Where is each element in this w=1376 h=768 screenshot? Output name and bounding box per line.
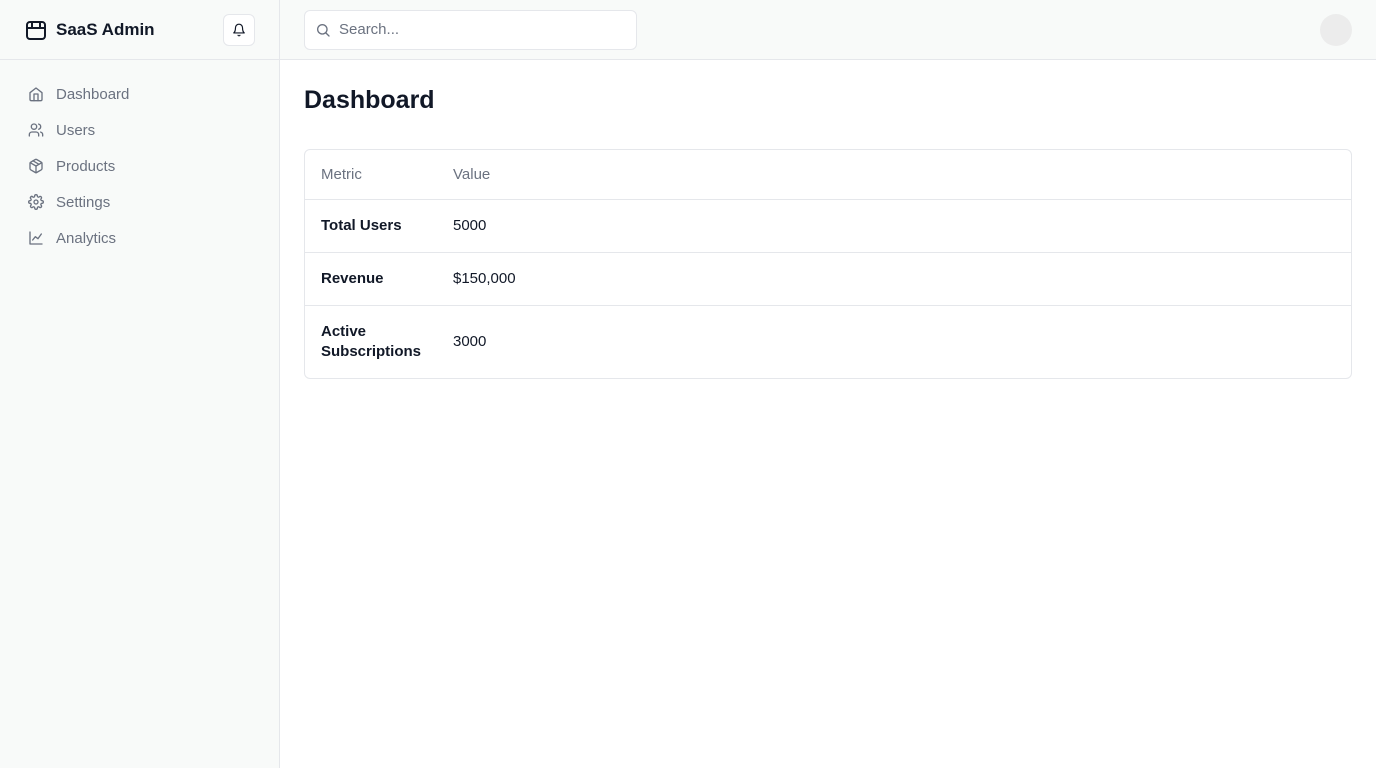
sidebar-item-label: Products [56,157,116,175]
column-header-value: Value [437,150,1351,200]
metric-cell: Active Subscriptions [321,322,422,360]
value-cell: 5000 [437,199,1351,253]
notifications-button[interactable] [223,14,255,46]
search-box[interactable] [304,9,637,50]
table-row: Revenue $150,000 [305,252,1351,306]
table-header-row: Metric Value [305,150,1351,200]
sidebar-item-products[interactable]: Products [12,148,267,184]
brand-name: SaaS Admin [56,19,155,39]
box-icon [24,18,48,42]
sidebar-item-settings[interactable]: Settings [12,184,267,220]
sidebar-item-label: Settings [56,193,111,211]
search-icon [315,22,331,38]
users-icon [28,122,44,138]
metrics-table: Metric Value Total Users 5000 Revenue $1… [305,150,1351,378]
sidebar-item-label: Analytics [56,229,117,247]
value-cell: $150,000 [437,252,1351,306]
home-icon [28,86,44,102]
sidebar-item-label: Dashboard [56,85,130,103]
table-row: Total Users 5000 [305,199,1351,253]
value-cell: 3000 [453,333,487,351]
topbar [280,0,1376,60]
metrics-table-card: Metric Value Total Users 5000 Revenue $1… [304,149,1352,379]
sidebar-item-analytics[interactable]: Analytics [12,220,267,256]
package-icon [28,158,44,174]
column-header-metric: Metric [305,150,437,200]
gear-icon [28,194,44,210]
content: Dashboard Metric Value Total Users 5000 [280,60,1376,403]
sidebar-header: SaaS Admin [0,0,279,60]
metric-cell: Total Users [305,199,437,253]
brand[interactable]: SaaS Admin [24,18,155,42]
sidebar-item-label: Users [56,121,96,139]
metric-cell: Revenue [305,252,437,306]
main-area: Dashboard Metric Value Total Users 5000 [280,0,1376,768]
sidebar: SaaS Admin Dashboard Users Products Sett… [0,0,280,768]
table-row: Active Subscriptions 3000 [305,305,1351,378]
app-shell: SaaS Admin Dashboard Users Products Sett… [0,0,1376,768]
line-chart-icon [28,230,44,246]
bell-icon [232,23,246,37]
sidebar-item-users[interactable]: Users [12,112,267,148]
sidebar-nav: Dashboard Users Products Settings Analyt… [0,60,279,256]
sidebar-item-dashboard[interactable]: Dashboard [12,76,267,112]
page-title: Dashboard [304,86,435,114]
avatar[interactable] [1320,14,1352,46]
search-input[interactable] [339,21,636,38]
